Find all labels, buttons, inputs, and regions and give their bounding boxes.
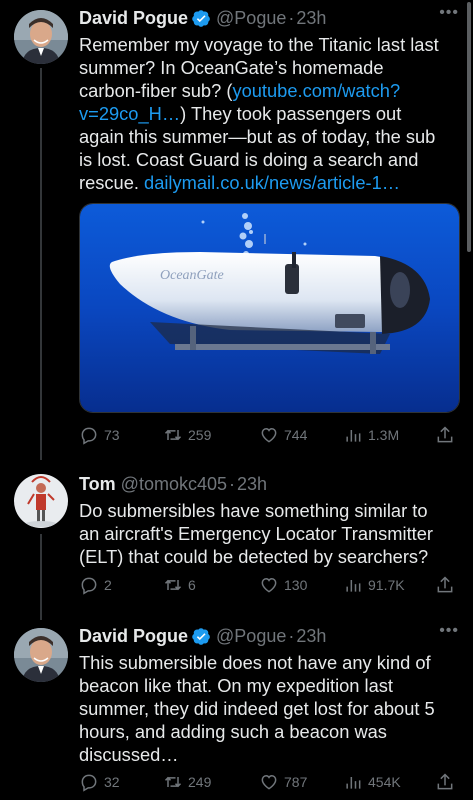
author-name[interactable]: David Pogue — [79, 8, 188, 29]
dailymail-link[interactable]: dailymail.co.uk/news/article-1… — [144, 172, 400, 193]
views-chart-icon — [346, 777, 361, 789]
retweet-icon — [164, 429, 182, 441]
verified-badge-icon — [192, 9, 211, 28]
tweet-header: Tom @tomokc405 · 23h — [79, 472, 267, 496]
view-count: 1.3M — [368, 427, 400, 443]
share-icon — [437, 773, 453, 790]
reply-button[interactable]: 2 — [79, 573, 112, 597]
share-icon — [437, 576, 453, 593]
reply-icon — [81, 577, 97, 595]
like-button[interactable]: 744 — [259, 423, 307, 447]
tweet[interactable]: David Pogue @Pogue · 23h ••• This submer… — [0, 618, 473, 800]
verified-badge-icon — [192, 627, 211, 646]
retweet-button[interactable]: 259 — [163, 423, 211, 447]
tweet-actions: 73 259 744 1.3M — [79, 423, 459, 447]
reply-icon — [81, 427, 97, 445]
retweet-count: 6 — [188, 577, 196, 593]
tweet-text: Do submersibles have something similar t… — [79, 500, 434, 567]
tweet-text: Remember my voyage to the Titanic last l… — [79, 33, 449, 194]
retweet-count: 249 — [188, 774, 212, 790]
share-icon — [437, 426, 453, 443]
retweet-icon — [164, 776, 182, 788]
avatar[interactable] — [14, 628, 68, 682]
heart-icon — [261, 427, 277, 443]
views-button[interactable]: 1.3M — [343, 423, 399, 447]
like-count: 744 — [284, 427, 308, 443]
avatar[interactable] — [14, 10, 68, 64]
tweet-header: David Pogue @Pogue · 23h — [79, 6, 326, 30]
timestamp[interactable]: 23h — [296, 626, 326, 647]
tweet-text: This submersible does not have any kind … — [79, 652, 435, 765]
tweet-header: David Pogue @Pogue · 23h — [79, 624, 326, 648]
like-count: 130 — [284, 577, 308, 593]
reply-button[interactable]: 32 — [79, 770, 120, 794]
reply-button[interactable]: 73 — [79, 423, 120, 447]
reply-icon — [81, 774, 97, 792]
tweet-actions: 2 6 130 91.7K — [79, 573, 459, 597]
timestamp[interactable]: 23h — [237, 474, 267, 495]
more-options-icon[interactable]: ••• — [439, 5, 459, 21]
sub-logo-text: OceanGate — [160, 268, 224, 283]
author-handle[interactable]: @Pogue — [216, 8, 286, 29]
views-button[interactable]: 91.7K — [343, 573, 405, 597]
retweet-count: 259 — [188, 427, 212, 443]
views-chart-icon — [346, 580, 361, 592]
like-button[interactable]: 787 — [259, 770, 307, 794]
reply-count: 73 — [104, 427, 120, 443]
reply-count: 2 — [104, 577, 112, 593]
retweet-button[interactable]: 249 — [163, 770, 211, 794]
heart-icon — [261, 577, 277, 593]
author-name[interactable]: Tom — [79, 474, 116, 495]
retweet-button[interactable]: 6 — [163, 573, 196, 597]
tweet-image[interactable]: OceanGate — [79, 203, 460, 413]
tweet[interactable]: Tom @tomokc405 · 23h Do submersibles hav… — [0, 466, 473, 616]
timestamp[interactable]: 23h — [296, 8, 326, 29]
tweet[interactable]: David Pogue @Pogue · 23h ••• Remember my… — [0, 0, 473, 460]
separator-dot: · — [229, 473, 235, 494]
share-button[interactable] — [435, 770, 460, 794]
reply-count: 32 — [104, 774, 120, 790]
view-count: 454K — [368, 774, 401, 790]
share-button[interactable] — [435, 573, 460, 597]
share-button[interactable] — [435, 423, 460, 447]
separator-dot: · — [288, 7, 295, 28]
like-button[interactable]: 130 — [259, 573, 307, 597]
author-handle[interactable]: @tomokc405 — [121, 474, 227, 495]
more-options-icon[interactable]: ••• — [439, 623, 459, 639]
heart-icon — [261, 774, 277, 790]
avatar[interactable] — [14, 474, 68, 528]
views-chart-icon — [346, 430, 361, 442]
author-name[interactable]: David Pogue — [79, 626, 188, 647]
view-count: 91.7K — [368, 577, 405, 593]
author-handle[interactable]: @Pogue — [216, 626, 286, 647]
separator-dot: · — [288, 625, 295, 646]
tweet-actions: 32 249 787 454K — [79, 770, 459, 794]
like-count: 787 — [284, 774, 308, 790]
retweet-icon — [164, 579, 182, 591]
views-button[interactable]: 454K — [343, 770, 401, 794]
